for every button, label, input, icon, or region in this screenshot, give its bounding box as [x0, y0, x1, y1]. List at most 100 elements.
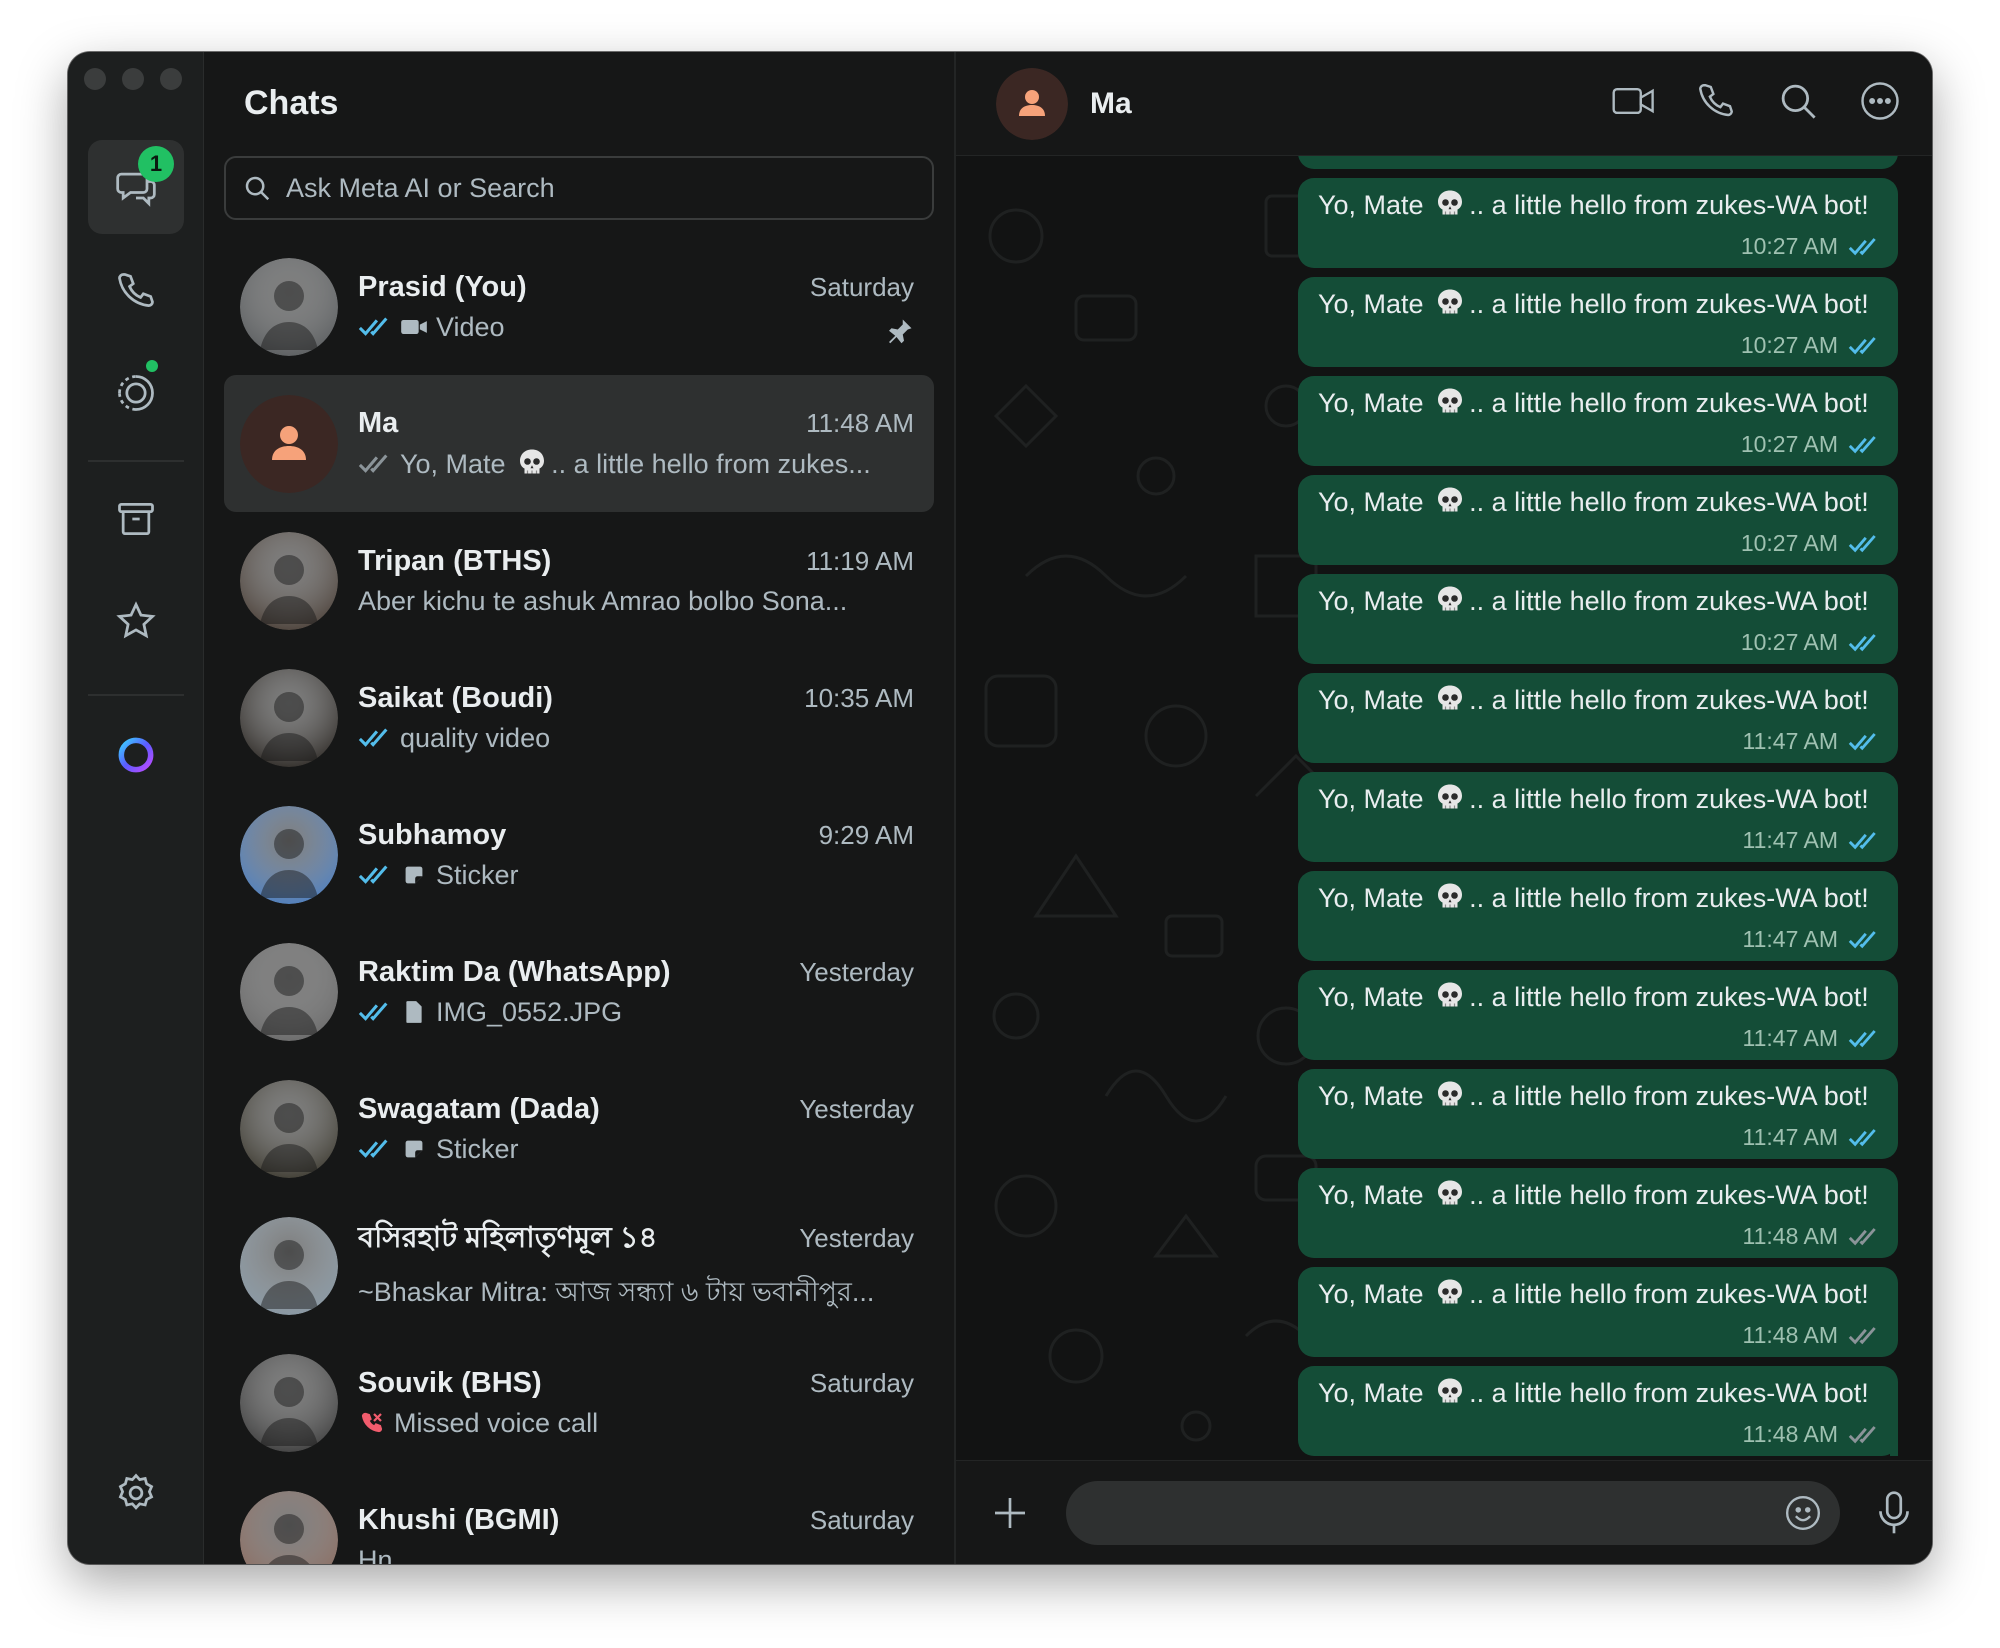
close-window-button[interactable]	[84, 68, 106, 90]
phone-icon	[1699, 84, 1733, 117]
rail-divider	[88, 460, 184, 462]
message-text: Yo, Mate .. a little hello from zukes-WA…	[1318, 1279, 1869, 1309]
chat-preview-row: Aber kichu te ashuk Amrao bolbo Sona...	[358, 586, 914, 617]
chat-timestamp: Yesterday	[799, 956, 914, 987]
message-bubble[interactable]: Yo, Mate .. a little hello from zukes-WA…	[1298, 574, 1898, 664]
profile-photo	[240, 668, 338, 767]
message-bubble[interactable]: Yo, Mate .. a little hello from zukes-WA…	[1298, 772, 1898, 862]
search-in-chat-button[interactable]	[1776, 76, 1820, 126]
message-bubble[interactable]: Yo, Mate .. a little hello from zukes-WA…	[1298, 871, 1898, 961]
page-title: Chats	[244, 84, 339, 122]
more-icon	[1861, 82, 1899, 120]
chat-item-header: Khushi (BGMI) Saturday	[358, 1504, 914, 1537]
chat-list-item[interactable]: Ma 11:48 AM Yo, Mate .. a little hello fro…	[224, 375, 934, 512]
zoom-window-button[interactable]	[160, 68, 182, 90]
chat-list-item[interactable]: Saikat (Boudi) 10:35 AM quality video	[224, 649, 934, 786]
message-bubble[interactable]: Yo, Mate .. a little hello from zukes-WA…	[1298, 1267, 1898, 1357]
chat-list-item[interactable]: Souvik (BHS) Saturday Missed voice call	[224, 1334, 934, 1471]
chat-list-item[interactable]: Tripan (BTHS) 11:19 AM Aber kichu te ashuk…	[224, 512, 934, 649]
nav-chats-button[interactable]: 1	[88, 140, 184, 234]
video-call-button[interactable]	[1612, 76, 1656, 126]
message-input-box[interactable]	[1066, 1480, 1840, 1545]
nav-calls-button[interactable]	[88, 244, 184, 338]
chat-item-body: Saikat (Boudi) 10:35 AM quality video	[358, 682, 934, 754]
nav-starred-button[interactable]	[88, 574, 184, 668]
chat-name: বসিরহাট মহিলাতৃণমূল ১৪	[358, 1221, 658, 1254]
status-new-dot	[146, 360, 158, 372]
chat-item-header: Ma 11:48 AM	[358, 407, 914, 440]
avatar	[240, 668, 338, 767]
nav-status-button[interactable]	[88, 346, 184, 440]
skull-emoji-icon	[1438, 883, 1463, 908]
chat-list-item[interactable]: Raktim Da (WhatsApp) Yesterday IMG_0552.JP…	[224, 923, 934, 1060]
message-text: Yo, Mate .. a little hello from zukes-WA…	[1318, 1378, 1869, 1408]
message-bubble[interactable]: Yo, Mate .. a little hello from zukes-WA…	[1298, 970, 1898, 1060]
avatar	[240, 805, 338, 904]
message-meta: 11:47 AM	[1743, 827, 1880, 854]
attach-plus-icon[interactable]	[990, 1493, 1030, 1533]
chat-timestamp: Saturday	[809, 1504, 914, 1535]
more-options-button[interactable]	[1858, 76, 1902, 126]
skull-emoji-icon	[1438, 1180, 1463, 1205]
chat-name: Souvik (BHS)	[358, 1366, 542, 1399]
chat-list-item[interactable]: Khushi (BGMI) Saturday Hn	[224, 1471, 934, 1564]
profile-photo	[240, 1490, 338, 1564]
message-meta: 11:47 AM	[1743, 926, 1880, 953]
chat-preview-row: Hn	[358, 1545, 914, 1565]
read-ticks-icon	[358, 865, 388, 884]
avatar	[240, 1490, 338, 1564]
message-bubble[interactable]: Yo, Mate .. a little hello from zukes-WA…	[1298, 1366, 1898, 1456]
message-meta: 10:27 AM	[1741, 530, 1880, 557]
chat-list-item[interactable]: Prasid (You) Saturday Video	[224, 238, 934, 375]
sticker-icon	[405, 866, 423, 884]
message-bubble[interactable]: Yo, Mate .. a little hello from zukes-WA…	[1298, 1168, 1898, 1258]
chat-preview-row: Sticker	[358, 860, 914, 891]
avatar[interactable]	[996, 67, 1068, 140]
read-ticks-icon	[1848, 1128, 1876, 1146]
chat-preview: Sticker	[436, 859, 519, 890]
search-input[interactable]	[286, 172, 886, 204]
read-ticks-icon	[358, 728, 388, 747]
read-ticks-icon	[1848, 831, 1876, 849]
skull-emoji-icon	[1438, 685, 1463, 710]
chat-item-header: Raktim Da (WhatsApp) Yesterday	[358, 956, 914, 989]
chat-list-item[interactable]: Swagatam (Dada) Yesterday Sticker	[224, 1060, 934, 1197]
window-controls	[84, 68, 182, 90]
chat-timestamp: Saturday	[809, 271, 914, 302]
message-text: Yo, Mate .. a little hello from zukes-WA…	[1318, 487, 1869, 517]
message-bubble[interactable]: Yo, Mate .. a little hello from zukes-WA…	[1298, 277, 1898, 367]
contact-name[interactable]: Ma	[1090, 87, 1132, 121]
chat-preview-row: ~Bhaskar Mitra: আজ সন্ধ্যা ৬ টায় ভবানীপ…	[358, 1272, 914, 1317]
message-bubble[interactable]: Yo, Mate .. a little hello from zukes-WA…	[1298, 1069, 1898, 1159]
minimize-window-button[interactable]	[122, 68, 144, 90]
meta-ai-icon	[118, 737, 154, 773]
avatar	[240, 942, 338, 1041]
voice-call-button[interactable]	[1694, 76, 1738, 126]
chat-list-item[interactable]: বসিরহাট মহিলাতৃণমূল ১৪ Yesterday ~Bhaskar …	[224, 1197, 934, 1334]
message-bubble[interactable]: Yo, Mate .. a little hello from zukes-WA…	[1298, 475, 1898, 565]
search-icon	[1781, 84, 1816, 119]
read-ticks-icon	[358, 1139, 388, 1158]
message-bubble[interactable]: Yo, Mate .. a little hello from zukes-WA…	[1298, 376, 1898, 466]
message-bubble[interactable]: Yo, Mate .. a little hello from zukes-WA…	[1298, 673, 1898, 763]
nav-archived-button[interactable]	[88, 472, 184, 566]
conversation-header[interactable]: Ma	[956, 52, 1932, 156]
chat-item-header: Souvik (BHS) Saturday	[358, 1367, 914, 1400]
chat-list-item[interactable]: Subhamoy 9:29 AM Sticker	[224, 786, 934, 923]
nav-settings-button[interactable]	[88, 1446, 184, 1540]
chat-item-header: Saikat (Boudi) 10:35 AM	[358, 682, 914, 715]
emoji-icon[interactable]	[1784, 1494, 1822, 1532]
profile-photo	[240, 942, 338, 1041]
message-text: Yo, Mate .. a little hello from zukes-WA…	[1318, 982, 1869, 1012]
skull-emoji-icon	[520, 449, 545, 474]
microphone-icon[interactable]	[1876, 1490, 1912, 1535]
chat-item-header: বসিরহাট মহিলাতৃণমূল ১৪ Yesterday	[358, 1215, 914, 1264]
pin-icon	[889, 319, 912, 344]
chat-list-panel: Chats Prasid (You) Saturday Video Ma 11:48 A…	[204, 52, 956, 1564]
chat-item-header: Tripan (BTHS) 11:19 AM	[358, 545, 914, 578]
chat-timestamp: 11:48 AM	[806, 408, 914, 438]
nav-meta-ai-button[interactable]	[88, 708, 184, 802]
message-bubble[interactable]: Yo, Mate .. a little hello from zukes-WA…	[1298, 178, 1898, 268]
search-box[interactable]	[224, 156, 934, 220]
message-input[interactable]	[1066, 1497, 1746, 1528]
